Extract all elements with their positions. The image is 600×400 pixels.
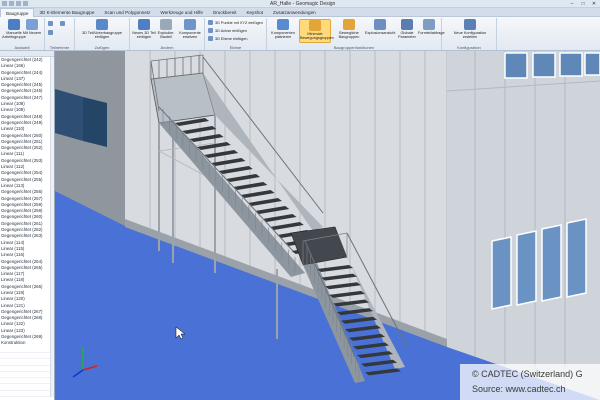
ribbon-group-zufuegen: 3D Teil/Unterbaugruppe einfügen Zufügen: [75, 18, 130, 50]
constraint-tree[interactable]: Gegengerichtet (242) Linear (166) Gegenger…: [0, 57, 54, 398]
tab-scan-polygonnetz[interactable]: Scan und Polygonnetz: [99, 8, 155, 17]
insert-points-button[interactable]: 3D Punkte mit XYZ einfügen: [208, 20, 263, 25]
place-components-icon: [277, 19, 289, 30]
tab-baugruppe[interactable]: Baugruppe: [0, 7, 35, 17]
insert-plane-button[interactable]: 3D Ebene einfügen: [208, 36, 248, 41]
3d-scene: [55, 51, 600, 400]
movable-assemblies-button[interactable]: Bewegliche Baugruppen: [334, 19, 364, 43]
mold-query-icon: [423, 19, 435, 30]
redo-icon[interactable]: [16, 1, 21, 6]
explosion-view-button[interactable]: Explosionsansicht: [365, 19, 395, 43]
insert-part-icon: [96, 19, 108, 30]
ribbon-group-ebene: 3D Punkte mit XYZ einfügen 3D Achse einf…: [205, 18, 267, 50]
pin-tool[interactable]: [48, 21, 53, 26]
axis-icon: [208, 28, 213, 33]
ribbon: Manuelle Arbeitsgruppe Mit Neuem Auswahl…: [0, 17, 600, 51]
new-3d-part-icon: [138, 19, 150, 30]
minimize-button[interactable]: –: [568, 1, 576, 7]
tab-3d-k-elemente[interactable]: 3D K-Elemente Baugruppe: [34, 8, 99, 17]
new-configuration-button[interactable]: Neue Konfiguration erstellen: [450, 19, 490, 43]
quick-access-toolbar[interactable]: [2, 1, 42, 7]
watermark-line-2: Source: www.cadtec.ch: [472, 384, 566, 394]
plane-icon: [208, 36, 213, 41]
tab-zusatzanwendungen[interactable]: Zusatzanwendungen: [268, 8, 321, 17]
upper-windows: [504, 52, 600, 79]
maximize-button[interactable]: □: [579, 1, 587, 7]
save-icon[interactable]: [2, 1, 7, 6]
ribbon-group-konfiguration: Neue Konfiguration erstellen Konfigurati…: [442, 18, 497, 50]
move-tool[interactable]: [60, 21, 65, 26]
rotate-tool[interactable]: [48, 30, 53, 35]
tab-druckbereit[interactable]: Druckbereit: [208, 8, 242, 17]
tree-item-placeholder: [0, 391, 54, 398]
pin-icon: [48, 21, 53, 26]
point-icon: [208, 20, 213, 25]
3d-viewport[interactable]: [55, 51, 600, 400]
replace-component-button[interactable]: Komponente ersetzen: [177, 19, 203, 43]
explode-part-icon: [160, 19, 172, 30]
explode-part-button[interactable]: Explodier. Bauteil: [156, 19, 176, 43]
tree-scrollbar[interactable]: [50, 57, 54, 397]
assembly-tree-panel: Gegengerichtet (242) Linear (166) Gegenger…: [0, 51, 55, 400]
copyright-watermark: © CADTEC (Switzerland) G Source: www.cad…: [460, 364, 600, 400]
ribbon-group-aendern: Neues 3D Teil einfügen Explodier. Bautei…: [130, 18, 205, 50]
global-parameters-icon: [401, 19, 413, 30]
minimal-motion-groups-button[interactable]: Minimale Bewegungsgruppen: [299, 19, 334, 43]
rotate-icon: [48, 30, 53, 35]
new-button[interactable]: Mit Neuem: [22, 19, 42, 43]
new-3d-part-button[interactable]: Neues 3D Teil einfügen: [131, 19, 157, 43]
movable-assemblies-icon: [343, 19, 355, 30]
global-parameters-button[interactable]: Globale Parameter: [396, 19, 418, 43]
new-configuration-icon: [464, 19, 476, 30]
window-title: AR_Halle - Geomagic Design: [270, 1, 336, 7]
watermark-line-1: © CADTEC (Switzerland) G: [472, 369, 583, 379]
tab-werkzeuge-hilfe[interactable]: Werkzeuge und Hilfe: [155, 8, 208, 17]
move-icon: [60, 21, 65, 26]
insert-part-button[interactable]: 3D Teil/Unterbaugruppe einfügen: [77, 19, 127, 43]
motion-groups-icon: [309, 20, 321, 31]
insert-axis-button[interactable]: 3D Achse einfügen: [208, 28, 247, 33]
tab-keyshot[interactable]: Keyshot: [241, 8, 268, 17]
undo-icon[interactable]: [9, 1, 14, 6]
ribbon-group-baugruppenfunktionen: Komponenten platzieren Minimale Bewegung…: [267, 18, 445, 50]
left-wall-window: [55, 89, 83, 141]
new-icon: [26, 19, 38, 30]
place-components-button[interactable]: Komponenten platzieren: [268, 19, 298, 43]
manual-group-icon: [8, 19, 20, 30]
ribbon-group-teilnehmer: Teilnehmer: [45, 18, 75, 50]
print-icon[interactable]: [23, 1, 28, 6]
mold-query-button[interactable]: Formteilabfrage: [418, 19, 445, 43]
explosion-view-icon: [374, 19, 386, 30]
ribbon-group-auswahl: Manuelle Arbeitsgruppe Mit Neuem Auswahl: [0, 18, 45, 50]
left-wall-window: [83, 97, 107, 147]
close-button[interactable]: ✕: [590, 1, 598, 7]
ribbon-tabs: Baugruppe 3D K-Elemente Baugruppe Scan u…: [0, 7, 600, 17]
replace-component-icon: [184, 19, 196, 30]
